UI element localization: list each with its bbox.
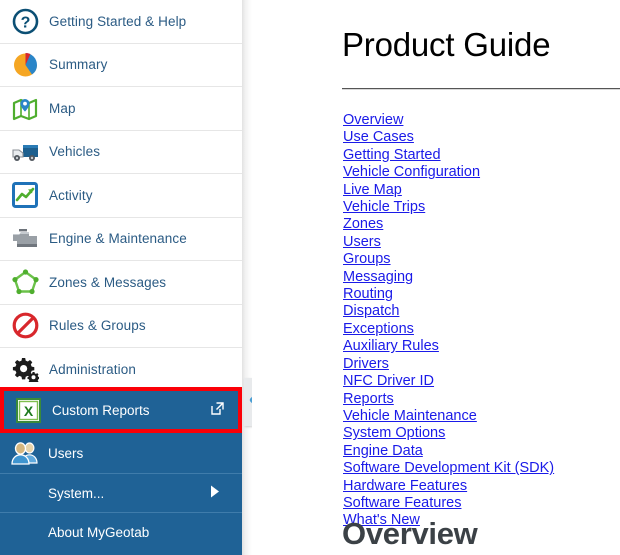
guide-link[interactable]: Auxiliary Rules <box>343 338 618 355</box>
administration-submenu-panel: X Custom Reports Users System... About M… <box>0 387 242 555</box>
guide-link[interactable]: Engine Data <box>343 443 618 460</box>
guide-link[interactable]: Vehicle Configuration <box>343 164 618 181</box>
sidebar-item-summary[interactable]: Summary <box>0 43 242 87</box>
guide-link[interactable]: Overview <box>343 112 618 129</box>
guide-link[interactable]: Vehicle Maintenance <box>343 408 618 425</box>
submenu-item-label: Users <box>48 445 84 461</box>
guide-link[interactable]: Getting Started <box>343 147 618 164</box>
gear-icon <box>10 354 40 384</box>
highlight-border-right <box>238 387 242 433</box>
page-title: Product Guide <box>342 26 551 63</box>
sidebar-item-label: Activity <box>49 187 93 203</box>
sidebar-item-map[interactable]: Map <box>0 87 242 131</box>
sidebar-edge-shadow <box>242 0 252 555</box>
guide-link[interactable]: Dispatch <box>343 303 618 320</box>
caret-right-icon <box>211 485 220 501</box>
submenu-item-system[interactable]: System... <box>0 473 242 512</box>
external-link-icon[interactable] <box>211 402 224 418</box>
prohibition-icon <box>10 311 40 341</box>
guide-link[interactable]: Exceptions <box>343 321 618 338</box>
guide-link[interactable]: Messaging <box>343 269 618 286</box>
guide-link[interactable]: Routing <box>343 286 618 303</box>
svg-text:?: ? <box>20 14 30 31</box>
guide-link[interactable]: Hardware Features <box>343 478 618 495</box>
sidebar-item-rules-groups[interactable]: Rules & Groups <box>0 304 242 348</box>
submenu-item-users[interactable]: Users <box>0 433 242 473</box>
submenu-item-label: Custom Reports <box>52 402 150 418</box>
sidebar-item-activity[interactable]: Activity <box>0 174 242 218</box>
title-divider <box>342 88 620 90</box>
product-guide-link-list: Overview Use Cases Getting Started Vehic… <box>343 112 618 530</box>
submenu-item-custom-reports[interactable]: X Custom Reports <box>0 387 242 433</box>
sidebar-item-getting-started-help[interactable]: ? Getting Started & Help <box>0 0 242 44</box>
sidebar-item-administration[interactable]: Administration <box>0 348 242 392</box>
sidebar-item-label: Engine & Maintenance <box>49 231 187 247</box>
sidebar-item-label: Summary <box>49 57 108 73</box>
sidebar-item-label: Rules & Groups <box>49 318 146 334</box>
sidebar-item-engine-maintenance[interactable]: Engine & Maintenance <box>0 217 242 261</box>
submenu-item-label: About MyGeotab <box>48 524 150 540</box>
zone-polygon-icon <box>10 267 40 297</box>
guide-link[interactable]: NFC Driver ID <box>343 373 618 390</box>
guide-link[interactable]: Live Map <box>343 182 618 199</box>
sidebar-item-label: Map <box>49 100 76 116</box>
guide-link[interactable]: Software Features <box>343 495 618 512</box>
sidebar-item-label: Administration <box>49 361 136 377</box>
question-circle-icon: ? <box>10 6 40 36</box>
guide-link[interactable]: Software Development Kit (SDK) <box>343 460 618 477</box>
submenu-item-about-mygeotab[interactable]: About MyGeotab <box>0 512 242 551</box>
app-window: ? Getting Started & Help Summary Map Veh… <box>0 0 620 555</box>
guide-link[interactable]: Drivers <box>343 356 618 373</box>
excel-icon: X <box>14 396 42 424</box>
pie-chart-icon <box>10 50 40 80</box>
guide-link[interactable]: Reports <box>343 391 618 408</box>
sidebar-item-vehicles[interactable]: Vehicles <box>0 130 242 174</box>
engine-icon <box>10 224 40 254</box>
sidebar-item-label: Vehicles <box>49 144 101 160</box>
guide-link[interactable]: Vehicle Trips <box>343 199 618 216</box>
sidebar-item-label: Getting Started & Help <box>49 13 187 29</box>
map-pin-icon <box>10 93 40 123</box>
svg-text:X: X <box>23 403 33 419</box>
guide-link[interactable]: Groups <box>343 251 618 268</box>
submenu-item-label: System... <box>48 485 105 501</box>
guide-link[interactable]: System Options <box>343 425 618 442</box>
guide-link[interactable]: Users <box>343 234 618 251</box>
activity-chart-icon <box>10 180 40 210</box>
sidebar-item-label: Zones & Messages <box>49 274 167 290</box>
guide-link[interactable]: Use Cases <box>343 129 618 146</box>
sidebar-item-zones-messages[interactable]: Zones & Messages <box>0 261 242 305</box>
truck-icon <box>10 137 40 167</box>
section-heading-overview: Overview <box>342 516 478 551</box>
users-icon <box>10 439 38 467</box>
product-guide-content: Product Guide Overview Use Cases Getting… <box>252 0 620 555</box>
guide-link[interactable]: Zones <box>343 216 618 233</box>
